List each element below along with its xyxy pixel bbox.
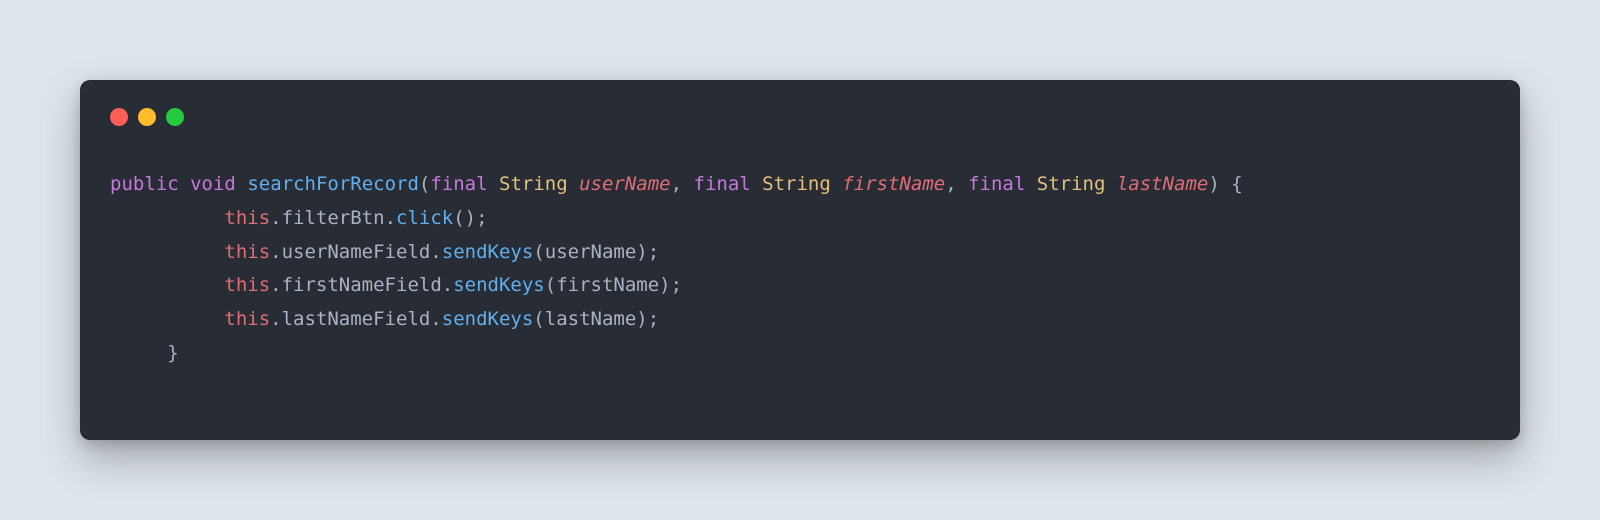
token-punct: . xyxy=(270,308,281,330)
token-punct: . xyxy=(270,274,281,296)
indent xyxy=(110,342,167,364)
token-punct: ); xyxy=(659,274,682,296)
token-method: searchForRecord xyxy=(247,173,419,195)
token-punct: . xyxy=(270,241,281,263)
token-property: userNameField xyxy=(282,241,431,263)
token-punct: . xyxy=(430,241,441,263)
token-keyword: final xyxy=(430,173,487,195)
token-var: userName xyxy=(545,241,637,263)
token-punct xyxy=(488,173,499,195)
code-window: public void searchForRecord(final String… xyxy=(80,80,1520,440)
token-type: String xyxy=(762,173,831,195)
code-line: this.lastNameField.sendKeys(lastName); xyxy=(110,303,1490,337)
token-punct: ( xyxy=(419,173,430,195)
maximize-icon[interactable] xyxy=(166,108,184,126)
token-var: lastName xyxy=(545,308,637,330)
token-param: userName xyxy=(579,173,671,195)
token-keyword: public xyxy=(110,173,179,195)
token-this: this xyxy=(224,308,270,330)
token-property: lastNameField xyxy=(282,308,431,330)
token-call: click xyxy=(396,207,453,229)
token-param: firstName xyxy=(842,173,945,195)
window-traffic-lights xyxy=(110,108,1490,126)
token-punct xyxy=(568,173,579,195)
code-block[interactable]: public void searchForRecord(final String… xyxy=(110,168,1490,371)
token-punct: . xyxy=(385,207,396,229)
token-punct: ); xyxy=(636,308,659,330)
indent xyxy=(110,274,224,296)
token-keyword: final xyxy=(694,173,751,195)
token-this: this xyxy=(224,241,270,263)
code-line: } xyxy=(110,337,1490,371)
token-punct: ( xyxy=(533,308,544,330)
token-punct: ) { xyxy=(1208,173,1242,195)
token-punct xyxy=(179,173,190,195)
token-punct: (); xyxy=(453,207,487,229)
token-punct xyxy=(1105,173,1116,195)
token-punct: ); xyxy=(636,241,659,263)
code-line: this.filterBtn.click(); xyxy=(110,202,1490,236)
token-punct: ( xyxy=(545,274,556,296)
token-this: this xyxy=(224,207,270,229)
code-line: this.userNameField.sendKeys(userName); xyxy=(110,236,1490,270)
code-line: public void searchForRecord(final String… xyxy=(110,168,1490,202)
token-punct: . xyxy=(270,207,281,229)
token-keyword: void xyxy=(190,173,236,195)
indent xyxy=(110,207,224,229)
token-type: String xyxy=(1037,173,1106,195)
close-icon[interactable] xyxy=(110,108,128,126)
token-type: String xyxy=(499,173,568,195)
token-property: filterBtn xyxy=(282,207,385,229)
token-punct xyxy=(831,173,842,195)
minimize-icon[interactable] xyxy=(138,108,156,126)
token-punct: ( xyxy=(533,241,544,263)
token-call: sendKeys xyxy=(442,241,534,263)
token-call: sendKeys xyxy=(442,308,534,330)
token-keyword: final xyxy=(968,173,1025,195)
token-punct: , xyxy=(671,173,694,195)
token-punct xyxy=(1025,173,1036,195)
indent xyxy=(110,308,224,330)
token-call: sendKeys xyxy=(453,274,545,296)
token-property: firstNameField xyxy=(282,274,442,296)
token-punct xyxy=(751,173,762,195)
token-this: this xyxy=(224,274,270,296)
token-punct: . xyxy=(430,308,441,330)
token-punct: , xyxy=(945,173,968,195)
token-param: lastName xyxy=(1117,173,1209,195)
token-punct: . xyxy=(442,274,453,296)
token-punct xyxy=(236,173,247,195)
indent xyxy=(110,241,224,263)
token-punct: } xyxy=(167,342,178,364)
token-var: firstName xyxy=(556,274,659,296)
code-line: this.firstNameField.sendKeys(firstName); xyxy=(110,269,1490,303)
